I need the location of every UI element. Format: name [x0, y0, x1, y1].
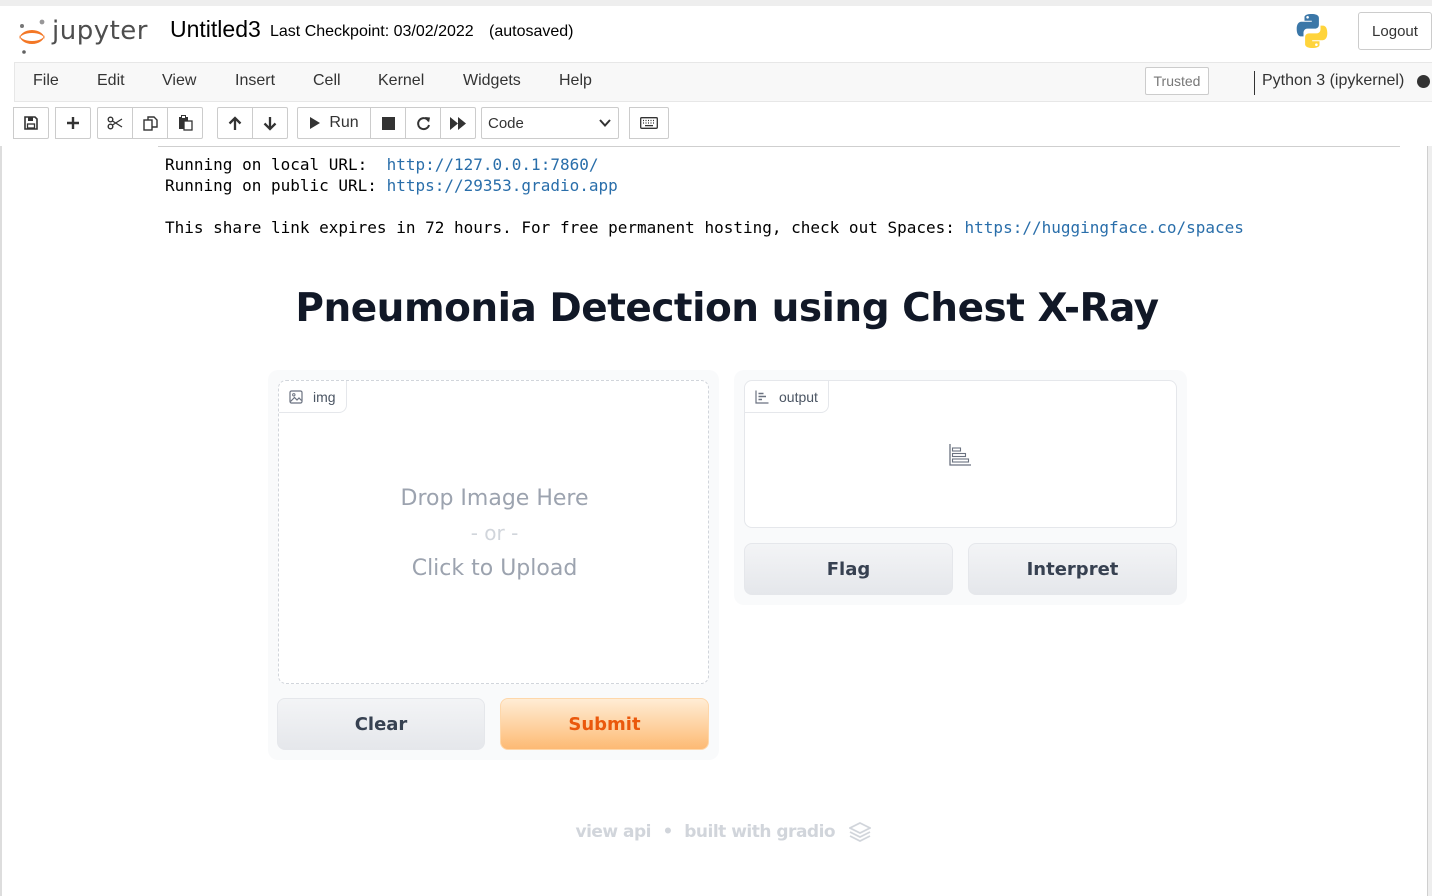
public-url-prefix: Running on public URL: — [165, 176, 387, 195]
keyboard-icon — [640, 117, 658, 129]
command-palette-button[interactable] — [629, 107, 669, 139]
input-panel: img Drop Image Here - or - Click to Uplo… — [268, 370, 719, 760]
input-label: img — [279, 381, 347, 413]
run-label: Run — [329, 114, 359, 131]
app-title: Pneumonia Detection using Chest X-Ray — [295, 286, 1159, 331]
built-with-gradio-link[interactable]: built with gradio — [684, 822, 835, 842]
toolbar: Run Code — [0, 102, 1432, 146]
notebook-name[interactable]: Untitled3 — [170, 16, 261, 43]
paste-button[interactable] — [167, 107, 203, 139]
spaces-link[interactable]: https://huggingface.co/spaces — [965, 218, 1244, 237]
input-label-text: img — [313, 388, 336, 405]
trusted-indicator[interactable]: Trusted — [1145, 67, 1209, 95]
menu-edit[interactable]: Edit — [97, 72, 125, 90]
menu-view[interactable]: View — [162, 72, 196, 90]
scissors-icon — [107, 116, 123, 130]
drop-image-text: Drop Image Here — [400, 486, 589, 511]
restart-run-all-button[interactable] — [440, 107, 476, 139]
clear-button[interactable]: Clear — [277, 698, 485, 750]
cell-divider — [158, 146, 1400, 147]
copy-icon — [142, 115, 158, 131]
public-url-link[interactable]: https://29353.gradio.app — [387, 176, 618, 195]
output-panel: output Flag Interpret — [734, 370, 1187, 605]
notebook-scrollbar[interactable] — [1427, 146, 1432, 896]
local-url-link[interactable]: http://127.0.0.1:7860/ — [387, 155, 599, 174]
copy-button[interactable] — [132, 107, 168, 139]
plus-icon — [67, 117, 79, 129]
jupyter-header: jupyter Untitled3 Last Checkpoint: 03/02… — [0, 0, 1432, 62]
checkpoint-status: Last Checkpoint: 03/02/2022 — [270, 23, 474, 40]
local-url-prefix: Running on local URL: — [165, 155, 387, 174]
save-button[interactable] — [13, 107, 49, 139]
menu-cell[interactable]: Cell — [313, 72, 341, 90]
fast-forward-icon — [450, 116, 466, 130]
submit-button[interactable]: Submit — [500, 698, 709, 750]
cut-button[interactable] — [97, 107, 133, 139]
bar-chart-placeholder-icon — [949, 444, 971, 466]
insert-cell-button[interactable] — [55, 107, 91, 139]
output-public-url-line: Running on public URL: https://29353.gra… — [165, 176, 618, 195]
jupyter-logo-icon — [19, 19, 45, 54]
notebook-left-border — [0, 146, 2, 896]
restart-kernel-button[interactable] — [405, 107, 441, 139]
bar-chart-icon — [755, 390, 769, 404]
output-share-line: This share link expires in 72 hours. For… — [165, 218, 1244, 237]
jupyter-logo-text: jupyter — [52, 16, 148, 46]
menu-help[interactable]: Help — [559, 72, 592, 90]
play-icon — [310, 117, 321, 129]
python-logo-icon — [1296, 14, 1328, 48]
menu-file[interactable]: File — [33, 72, 59, 90]
kernel-busy-indicator-icon — [1417, 75, 1430, 88]
click-to-upload-text: Click to Upload — [411, 556, 578, 581]
menu-kernel[interactable]: Kernel — [378, 72, 424, 90]
drop-or-text: - or - — [470, 521, 519, 545]
output-local-url-line: Running on local URL: http://127.0.0.1:7… — [165, 155, 598, 174]
cell-type-value: Code — [488, 115, 524, 132]
gradio-footer: view api • built with gradio — [0, 822, 1432, 842]
kernel-separator — [1254, 71, 1255, 95]
interpret-button[interactable]: Interpret — [968, 543, 1177, 595]
stop-icon — [381, 116, 395, 130]
autosave-status: (autosaved) — [489, 23, 574, 40]
dropzone-text: Drop Image Here - or - Click to Upload — [279, 481, 710, 586]
run-button[interactable]: Run — [297, 107, 371, 139]
paste-icon — [178, 115, 193, 131]
save-icon — [24, 116, 38, 130]
kernel-name[interactable]: Python 3 (ipykernel) — [1262, 72, 1404, 90]
output-label-text: output — [779, 388, 818, 405]
arrow-up-icon — [228, 115, 242, 130]
move-cell-up-button[interactable] — [217, 107, 253, 139]
label-output: output — [744, 380, 1177, 528]
notebook-area: Running on local URL: http://127.0.0.1:7… — [0, 146, 1432, 896]
image-upload-dropzone[interactable]: img Drop Image Here - or - Click to Uplo… — [278, 380, 709, 684]
interrupt-kernel-button[interactable] — [370, 107, 406, 139]
menu-widgets[interactable]: Widgets — [463, 72, 521, 90]
menu-insert[interactable]: Insert — [235, 72, 275, 90]
arrow-down-icon — [263, 116, 277, 131]
chevron-down-icon — [599, 119, 611, 127]
logout-button[interactable]: Logout — [1358, 12, 1432, 50]
move-cell-down-button[interactable] — [252, 107, 288, 139]
view-api-link[interactable]: view api — [575, 822, 651, 842]
output-label: output — [745, 381, 829, 413]
flag-button[interactable]: Flag — [744, 543, 953, 595]
cell-type-select[interactable]: Code — [481, 107, 619, 139]
jupyter-logo[interactable]: jupyter — [16, 12, 152, 56]
footer-dot: • — [662, 822, 673, 842]
menubar: File Edit View Insert Cell Kernel Widget… — [14, 62, 1432, 102]
gradio-logo-icon — [848, 822, 871, 842]
image-icon — [289, 389, 303, 404]
restart-icon — [416, 116, 430, 130]
share-text: This share link expires in 72 hours. For… — [165, 218, 965, 237]
